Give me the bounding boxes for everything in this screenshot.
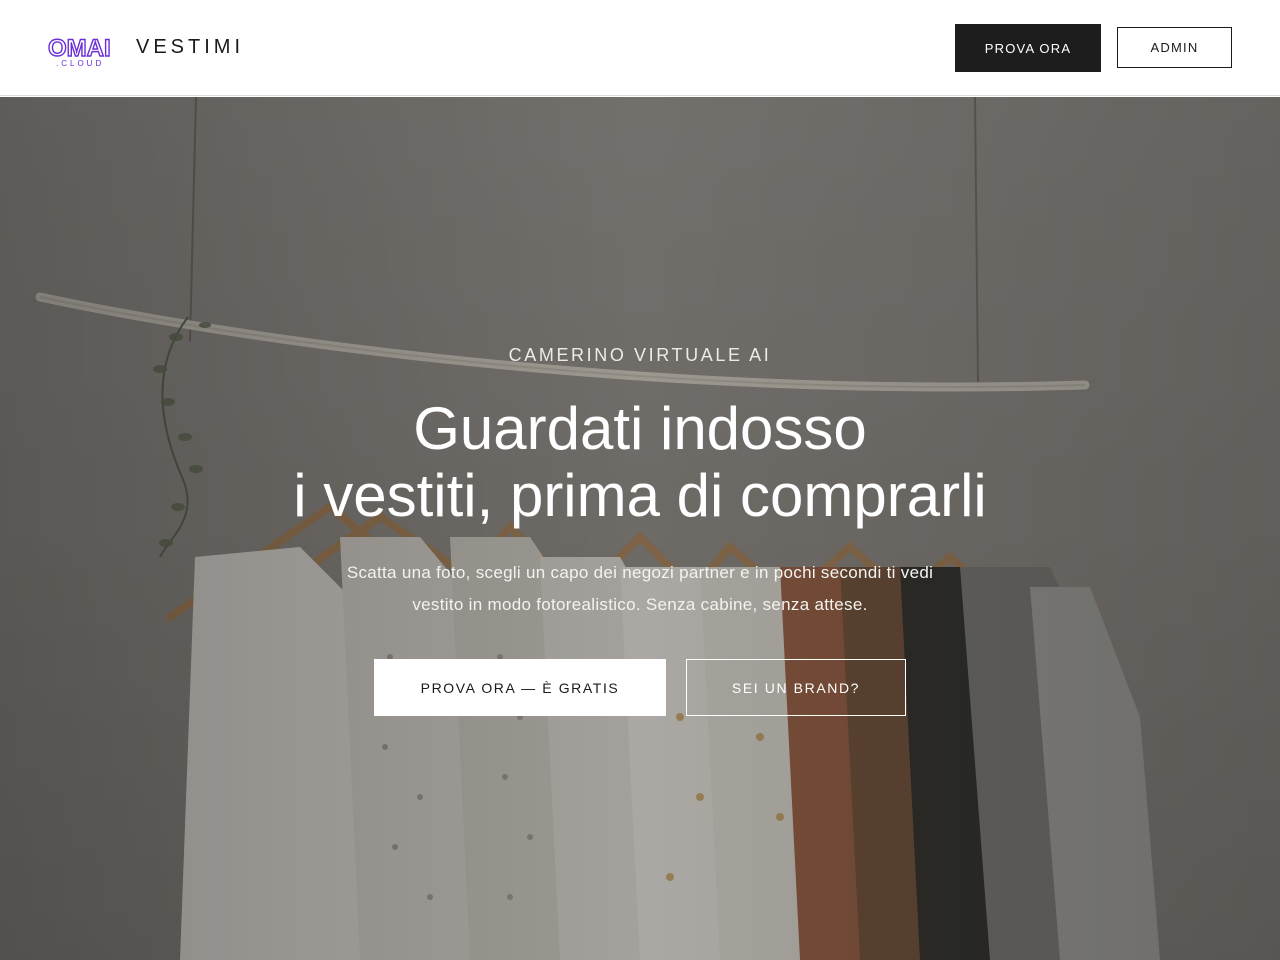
brand-name[interactable]: VESTIMI — [136, 36, 244, 59]
hero-content: CAMERINO VIRTUALE AI Guardati indosso i … — [0, 97, 1280, 960]
try-now-button[interactable]: PROVA ORA — [955, 24, 1101, 72]
omai-cloud-logo[interactable]: OMAI .CLOUD — [48, 32, 124, 68]
hero-section: CAMERINO VIRTUALE AI Guardati indosso i … — [0, 97, 1280, 960]
hero-eyebrow: CAMERINO VIRTUALE AI — [508, 345, 772, 365]
hero-headline: Guardati indosso i vestiti, prima di com… — [0, 395, 1280, 529]
hero-headline-line1: Guardati indosso — [413, 395, 867, 462]
try-free-button[interactable]: PROVA ORA — È GRATIS — [374, 659, 666, 716]
hero-headline-line2: i vestiti, prima di comprarli — [293, 462, 987, 529]
brand-cta-button[interactable]: SEI UN BRAND? — [686, 659, 906, 716]
svg-text:OMAI: OMAI — [48, 35, 111, 62]
site-header: OMAI .CLOUD VESTIMI PROVA ORA ADMIN — [0, 0, 1280, 96]
hero-subtext: Scatta una foto, scegli un capo dei nego… — [346, 563, 934, 614]
svg-text:.CLOUD: .CLOUD — [56, 59, 104, 68]
admin-button[interactable]: ADMIN — [1117, 27, 1232, 68]
